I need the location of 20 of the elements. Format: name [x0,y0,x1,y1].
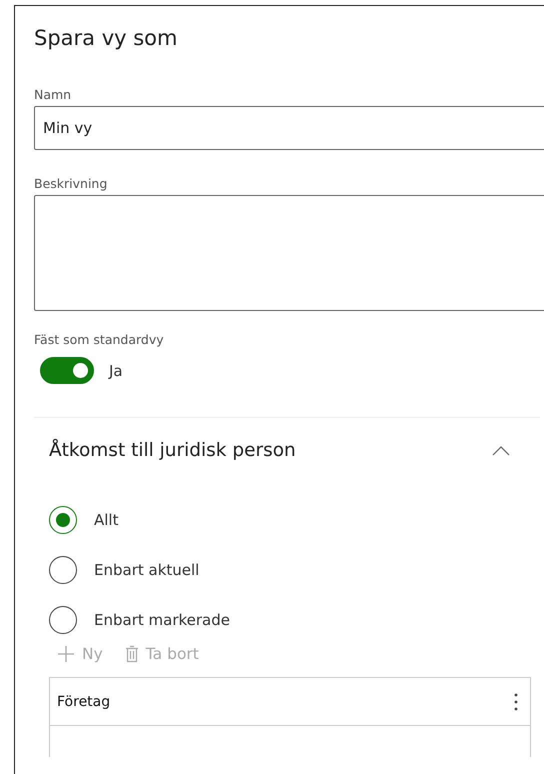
radio-label: Enbart markerade [94,611,230,629]
radio-button[interactable] [49,506,77,534]
description-input-field[interactable] [34,195,544,311]
plus-icon [57,645,75,663]
name-input-field[interactable]: Min vy [34,106,544,150]
toggle-state-text: Ja [109,362,123,380]
toggle-switch[interactable] [40,357,94,384]
column-header[interactable]: Företag [57,694,110,710]
radio-button[interactable] [49,556,77,584]
panel-title: Spara vy som [34,26,178,52]
field-label: Fäst som standardvy [34,332,165,347]
field-label: Namn [34,87,72,102]
radio-button[interactable] [49,606,77,634]
radio-label: Enbart aktuell [94,561,200,579]
field-label: Beskrivning [34,176,108,191]
more-options-icon[interactable] [514,692,518,710]
radio-label: Allt [94,511,118,529]
trash-icon [124,645,139,663]
section-title: Åtkomst till juridisk person [49,440,296,461]
chevron-icon[interactable] [492,446,510,456]
